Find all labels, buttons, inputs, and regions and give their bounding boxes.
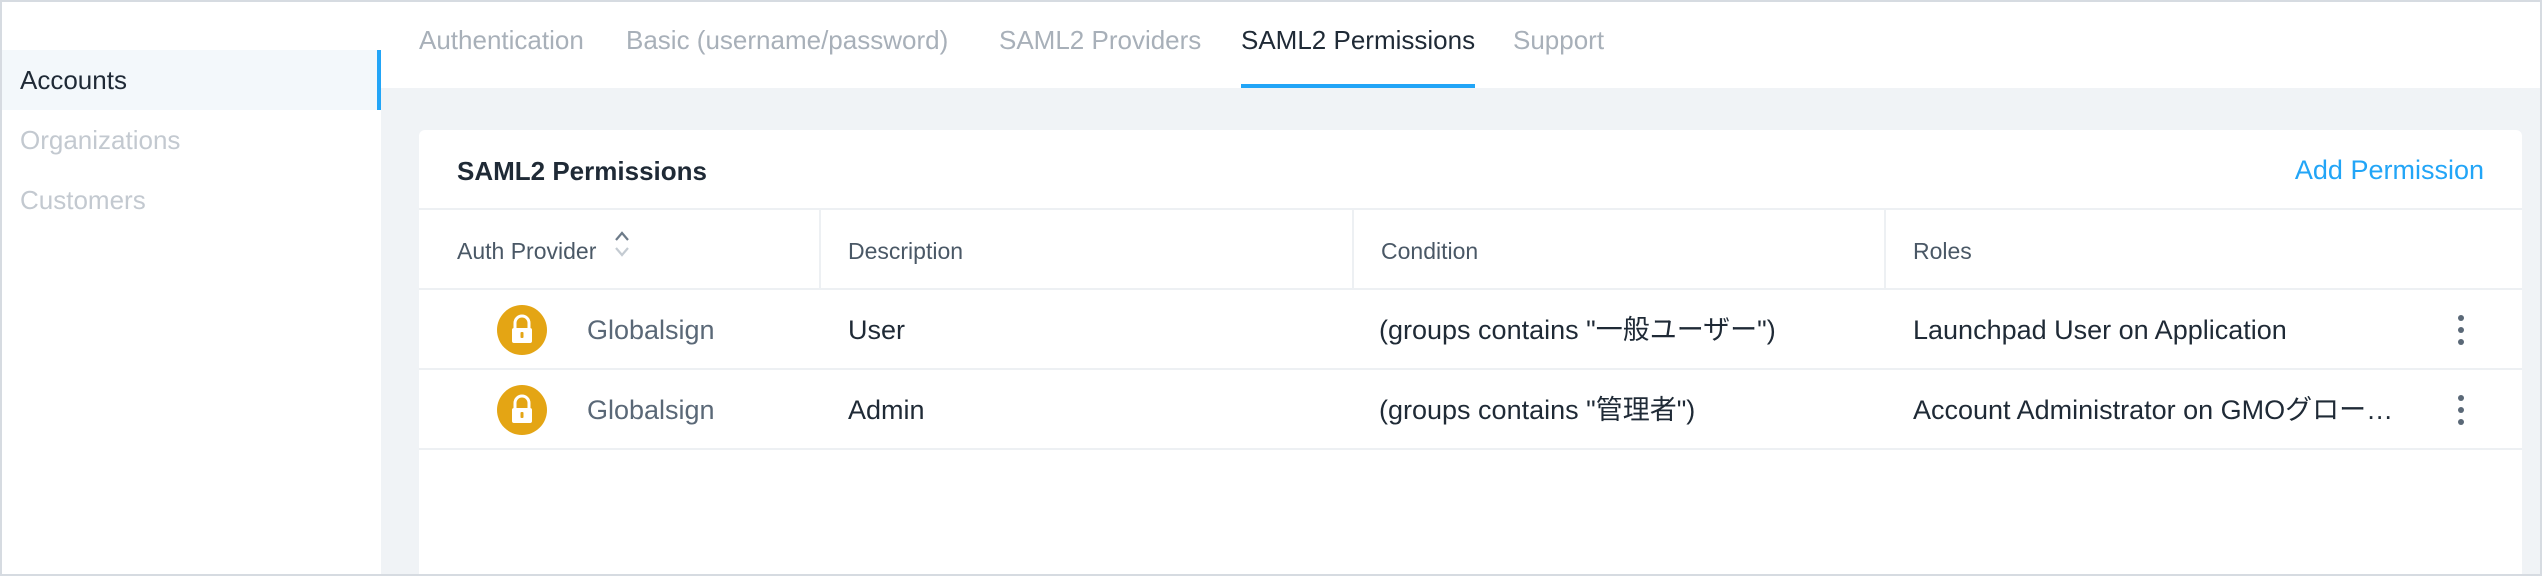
column-header-label: Auth Provider [457, 238, 597, 264]
divider [419, 448, 2522, 450]
column-divider [819, 210, 821, 290]
description-cell: User [848, 315, 906, 345]
tab-saml2-providers[interactable]: SAML2 Providers [999, 2, 1201, 88]
sidebar-item-organizations[interactable]: Organizations [2, 110, 381, 170]
sidebar: Accounts Organizations Customers [2, 2, 381, 574]
column-header-description: Description [848, 238, 964, 264]
tab-bar: Authentication Basic (username/password)… [381, 2, 2540, 88]
roles-cell: Account Administrator on GMOグロー… [1913, 395, 2394, 425]
sidebar-item-label: Customers [20, 184, 146, 215]
sidebar-item-label: Accounts [20, 64, 127, 95]
table-row[interactable]: Globalsign Admin (groups contains "管理者")… [419, 370, 2522, 450]
sidebar-item-customers[interactable]: Customers [2, 170, 381, 230]
column-header-auth-provider[interactable]: Auth Provider [457, 210, 631, 290]
sidebar-item-label: Organizations [20, 124, 181, 155]
condition-cell: (groups contains "一般ユーザー") [1379, 315, 1776, 345]
tab-support[interactable]: Support [1513, 2, 1604, 88]
sidebar-item-accounts[interactable]: Accounts [2, 50, 381, 110]
column-divider [1352, 210, 1354, 290]
column-header-roles: Roles [1913, 238, 1972, 264]
roles-cell: Launchpad User on Application [1913, 315, 2287, 345]
condition-cell: (groups contains "管理者") [1379, 395, 1696, 425]
permissions-card: SAML2 Permissions Add Permission Auth Pr… [419, 130, 2522, 574]
auth-provider-cell: Globalsign [587, 395, 715, 425]
more-options-icon[interactable] [2449, 392, 2473, 428]
auth-provider-cell: Globalsign [587, 315, 715, 345]
column-divider [1884, 210, 1886, 290]
sort-icon[interactable] [613, 210, 631, 292]
tab-authentication[interactable]: Authentication [419, 2, 584, 88]
tab-basic[interactable]: Basic (username/password) [626, 2, 948, 88]
card-title: SAML2 Permissions [457, 156, 707, 186]
lock-icon [497, 305, 547, 355]
more-options-icon[interactable] [2449, 312, 2473, 348]
description-cell: Admin [848, 395, 925, 425]
table-row[interactable]: Globalsign User (groups contains "一般ユーザー… [419, 290, 2522, 370]
lock-icon [497, 385, 547, 435]
tab-saml2-permissions[interactable]: SAML2 Permissions [1241, 2, 1476, 88]
add-permission-button[interactable]: Add Permission [2295, 155, 2484, 186]
column-header-condition: Condition [1381, 238, 1479, 264]
main-content: Authentication Basic (username/password)… [381, 2, 2540, 574]
